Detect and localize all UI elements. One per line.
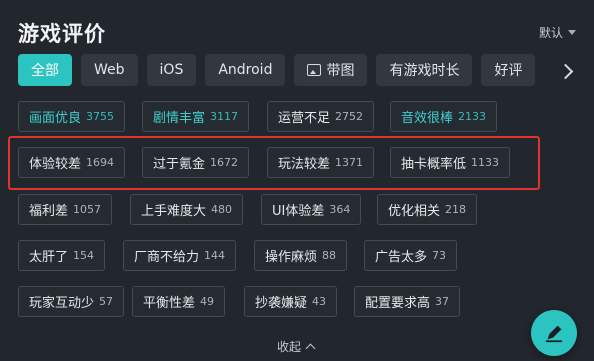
review-tag[interactable]: 画面优良 3755: [18, 101, 126, 132]
review-tag[interactable]: 太肝了 154: [18, 240, 106, 271]
tag-label: 厂商不给力: [134, 250, 200, 265]
tag-count: 43: [312, 295, 327, 308]
caret-down-icon: [568, 30, 576, 35]
chevron-right-icon: [557, 63, 573, 79]
tabs-next-button[interactable]: [556, 56, 578, 86]
tag-label: 上手难度大: [141, 204, 207, 219]
tab-label: 有游戏时长: [389, 63, 460, 79]
tab-label: iOS: [159, 62, 184, 78]
review-tag[interactable]: 福利差 1057: [18, 194, 113, 225]
tag-count: 2752: [335, 110, 364, 123]
tag-label: 太肝了: [29, 250, 69, 265]
collapse-button[interactable]: 收起: [277, 338, 316, 355]
tab-with-image[interactable]: 带图: [294, 54, 368, 86]
tag-count: 37: [435, 295, 450, 308]
tag-count: 364: [329, 203, 351, 216]
review-tag[interactable]: 优化相关 218: [377, 194, 478, 225]
annotation-box: [8, 136, 540, 190]
tag-label: 玩家互动少: [29, 296, 95, 311]
tag-label: 音效很棒: [401, 111, 454, 126]
chevron-up-icon: [305, 343, 316, 354]
write-review-button[interactable]: [531, 310, 577, 356]
review-tag[interactable]: 操作麻烦 88: [254, 240, 348, 271]
tag-count: 88: [322, 249, 337, 262]
image-icon: [307, 64, 322, 76]
tag-count: 3755: [86, 110, 115, 123]
review-tag[interactable]: 玩家互动少 57: [18, 286, 125, 317]
tab-has-playtime[interactable]: 有游戏时长: [376, 54, 473, 86]
tab-web[interactable]: Web: [81, 54, 138, 86]
review-tag[interactable]: 音效很棒 2133: [390, 101, 498, 132]
tag-count: 49: [200, 295, 215, 308]
review-tag[interactable]: UI体验差 364: [261, 194, 362, 225]
filter-tabs: 全部 Web iOS Android 带图 有游戏时长 好评: [18, 54, 558, 88]
tag-count: 57: [99, 295, 114, 308]
tab-android[interactable]: Android: [205, 54, 286, 86]
sort-label: 默认: [538, 26, 563, 40]
tag-count: 2133: [458, 110, 487, 123]
tag-count: 73: [432, 249, 447, 262]
tag-label: 广告太多: [375, 250, 428, 265]
tab-label: Android: [218, 62, 273, 78]
tab-label: 好评: [494, 63, 523, 79]
review-tag[interactable]: 配置要求高 37: [354, 286, 461, 317]
tab-label: Web: [94, 62, 125, 78]
tag-count: 3117: [210, 110, 239, 123]
tag-label: 优化相关: [388, 204, 441, 219]
review-tag[interactable]: 剧情丰富 3117: [142, 101, 250, 132]
collapse-label: 收起: [277, 340, 302, 354]
tag-count: 480: [211, 203, 233, 216]
tag-label: 福利差: [29, 204, 69, 219]
tag-label: 操作麻烦: [265, 250, 318, 265]
tab-positive[interactable]: 好评: [481, 54, 536, 86]
review-tag[interactable]: 厂商不给力 144: [123, 240, 237, 271]
page-title: 游戏评价: [18, 22, 106, 46]
review-tag[interactable]: 上手难度大 480: [130, 194, 244, 225]
tag-label: 运营不足: [278, 111, 331, 126]
tag-label: 抄袭嫌疑: [255, 296, 308, 311]
tag-label: UI体验差: [272, 204, 325, 219]
review-tag[interactable]: 抄袭嫌疑 43: [244, 286, 338, 317]
header: 游戏评价 默认: [18, 18, 576, 48]
tag-label: 画面优良: [29, 111, 82, 126]
review-tag[interactable]: 运营不足 2752: [267, 101, 375, 132]
tab-all[interactable]: 全部: [18, 54, 72, 86]
sort-dropdown[interactable]: 默认: [539, 24, 576, 41]
tag-label: 平衡性差: [143, 296, 196, 311]
tag-label: 配置要求高: [365, 296, 431, 311]
tab-label: 带图: [326, 63, 355, 79]
review-tag[interactable]: 平衡性差 49: [132, 286, 226, 317]
pen-icon: [545, 325, 563, 343]
tab-ios[interactable]: iOS: [146, 54, 197, 86]
review-tag[interactable]: 广告太多 73: [364, 240, 458, 271]
tag-count: 154: [73, 249, 95, 262]
tag-count: 1057: [73, 203, 102, 216]
tag-count: 144: [204, 249, 226, 262]
tag-label: 剧情丰富: [153, 111, 206, 126]
tag-count: 218: [445, 203, 467, 216]
tab-label: 全部: [31, 63, 59, 79]
